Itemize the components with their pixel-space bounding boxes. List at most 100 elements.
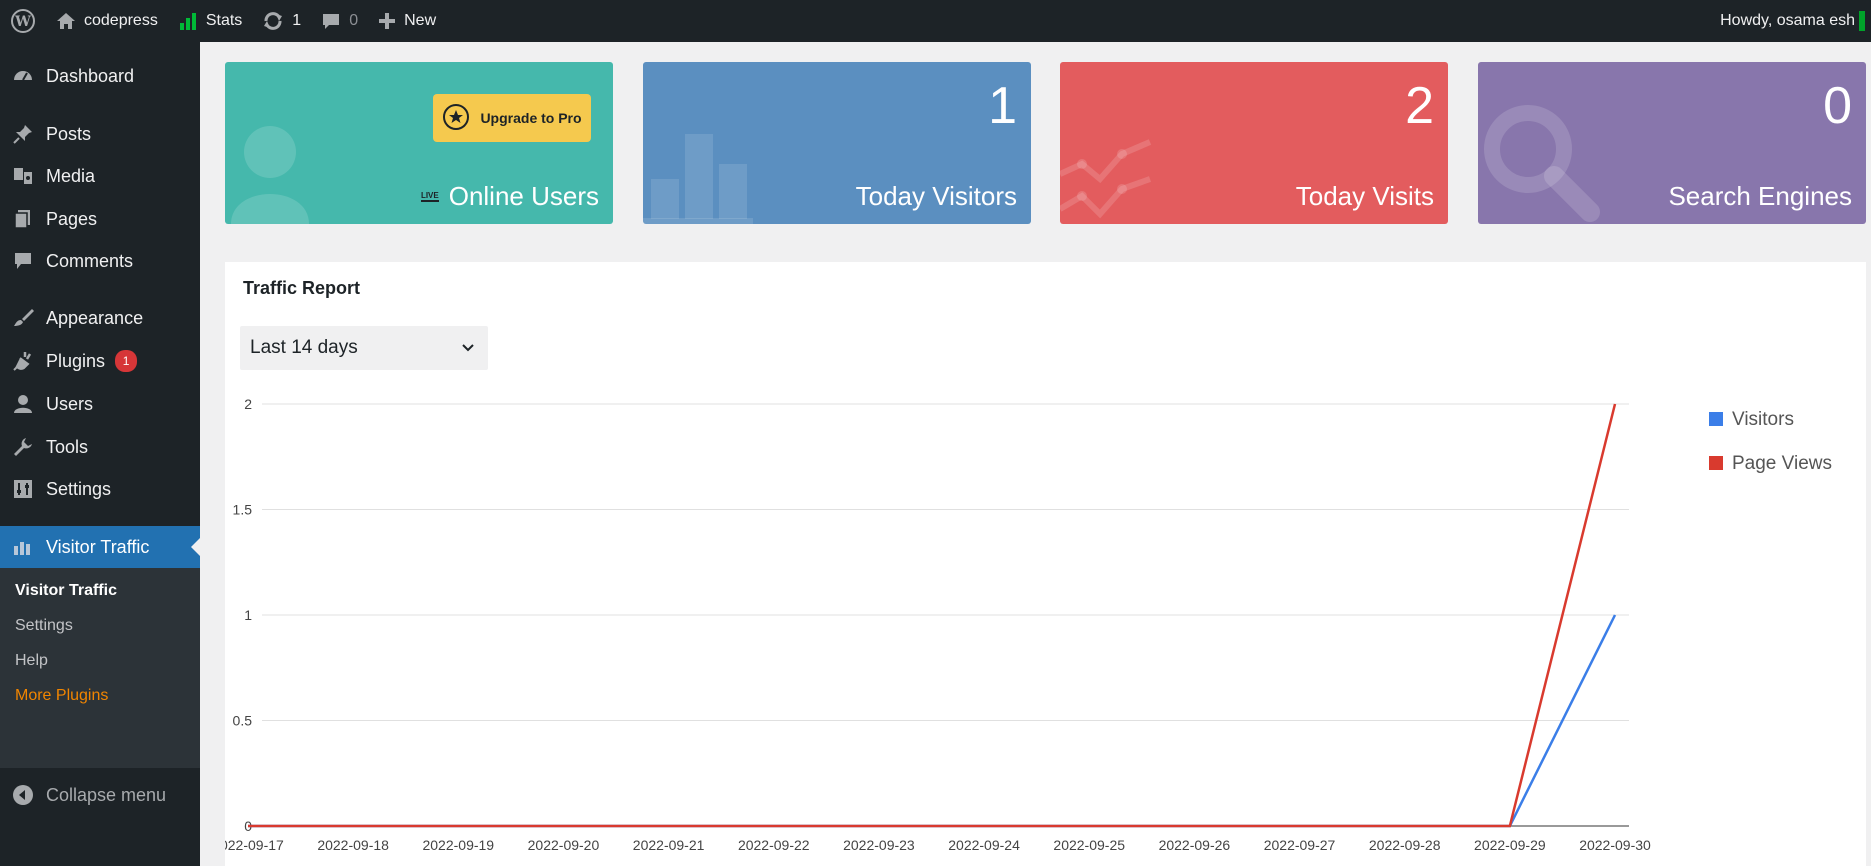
traffic-report-title: Traffic Report — [243, 278, 361, 298]
submenu-settings[interactable]: Settings — [15, 617, 73, 635]
avatar — [1859, 11, 1865, 31]
sidebar-item-label: Tools — [46, 436, 89, 457]
site-name-link[interactable]: codepress — [46, 0, 168, 42]
upgrade-label: Upgrade to Pro — [480, 110, 582, 126]
legend-swatch — [1709, 412, 1723, 426]
collapse-menu-button[interactable]: Collapse menu — [0, 774, 200, 816]
updates-count: 1 — [292, 12, 302, 29]
visitor-traffic-submenu: Visitor Traffic Settings Help More Plugi… — [0, 568, 200, 768]
collapse-arrow-icon — [12, 784, 34, 806]
stats-label: Stats — [205, 12, 243, 29]
comment-bubble-icon — [321, 11, 341, 31]
submenu-help[interactable]: Help — [15, 652, 48, 670]
today-visits-card: 2 Today Visits — [1060, 62, 1448, 224]
stats-link[interactable]: Stats — [168, 0, 252, 42]
x-tick-label: 2022-09-21 — [633, 837, 705, 853]
date-range-select[interactable]: Last 14 days — [240, 326, 488, 370]
wordpress-logo-icon: W — [10, 8, 36, 34]
trend-line-icon — [1060, 139, 1152, 219]
stats-bars-icon — [178, 11, 198, 31]
sidebar-item-media[interactable]: Media — [0, 155, 200, 197]
sidebar-item-label: Appearance — [46, 307, 144, 328]
traffic-line-chart: 00.511.522022-09-172022-09-182022-09-192… — [225, 396, 1832, 853]
x-tick-label: 2022-09-22 — [738, 837, 810, 853]
online-users-label-row: LIVE Online Users — [420, 181, 599, 212]
legend-label: Visitors — [1732, 409, 1794, 430]
sidebar-item-label: Users — [46, 393, 94, 414]
admin-bar: W codepress Stats 1 0 New Howdy, osama e… — [0, 0, 1871, 42]
sidebar-item-posts[interactable]: Posts — [0, 113, 200, 155]
sidebar-item-dashboard[interactable]: Dashboard — [0, 55, 200, 97]
x-tick-label: 2022-09-23 — [843, 837, 915, 853]
user-icon — [12, 393, 34, 415]
upgrade-to-pro-button[interactable]: Upgrade to Pro — [433, 94, 591, 142]
today-visitors-value: 1 — [988, 77, 1017, 135]
sidebar-item-label: Visitor Traffic — [46, 536, 150, 557]
comment-icon — [12, 250, 34, 272]
chart-icon — [12, 536, 34, 558]
new-label: New — [404, 12, 437, 29]
media-icon — [12, 165, 34, 187]
comments-link[interactable]: 0 — [311, 0, 368, 42]
brush-icon — [12, 307, 34, 329]
today-visitors-label: Today Visitors — [855, 181, 1017, 211]
x-tick-label: 2022-09-29 — [1474, 837, 1546, 853]
sidebar-item-label: Dashboard — [46, 65, 135, 86]
sidebar-item-tools[interactable]: Tools — [0, 426, 200, 468]
sidebar-item-settings[interactable]: Settings — [0, 468, 200, 510]
traffic-report-panel: Traffic Report Last 14 days 00.511.52202… — [225, 262, 1866, 866]
sidebar-item-label: Pages — [46, 208, 98, 229]
x-tick-label: 2022-09-19 — [422, 837, 494, 853]
legend-label: Page Views — [1732, 453, 1832, 474]
submenu-visitor-traffic[interactable]: Visitor Traffic — [15, 582, 117, 600]
user-silhouette-icon — [231, 126, 309, 224]
sidebar-item-comments[interactable]: Comments — [0, 240, 200, 282]
online-users-card: Upgrade to Pro LIVE Online Users — [225, 62, 613, 224]
pin-icon — [12, 123, 34, 145]
x-tick-label: 2022-09-18 — [317, 837, 389, 853]
dashboard-icon — [12, 65, 34, 87]
comments-count: 0 — [349, 12, 359, 29]
svg-text:W: W — [14, 14, 31, 30]
wordpress-logo-button[interactable]: W — [0, 0, 46, 42]
sidebar-item-label: Posts — [46, 123, 92, 144]
sidebar-item-label: Media — [46, 165, 96, 186]
refresh-icon — [262, 11, 284, 31]
sidebar-item-label: Plugins — [46, 350, 106, 371]
bar-chart-icon — [643, 134, 753, 224]
search-engines-value: 0 — [1823, 77, 1852, 135]
legend-swatch — [1709, 456, 1723, 470]
y-tick-label: 0.5 — [233, 713, 253, 729]
x-tick-label: 2022-09-30 — [1579, 837, 1651, 853]
y-tick-label: 1.5 — [233, 502, 253, 518]
my-account-link[interactable]: Howdy, osama esh — [1710, 0, 1871, 42]
plugins-update-badge: 1 — [115, 350, 138, 372]
x-tick-label: 2022-09-28 — [1369, 837, 1441, 853]
admin-sidebar: Dashboard Posts Media Pages Comments App… — [0, 42, 200, 866]
chevron-down-icon — [460, 339, 476, 361]
sidebar-item-label: Settings — [46, 478, 112, 499]
sidebar-item-appearance[interactable]: Appearance — [0, 297, 200, 339]
today-visits-label: Today Visits — [1295, 181, 1434, 211]
star-circle-icon — [442, 103, 470, 134]
today-visits-value: 2 — [1405, 77, 1434, 135]
live-badge-icon: LIVE — [420, 191, 439, 202]
new-content-link[interactable]: New — [368, 0, 446, 42]
sidebar-item-pages[interactable]: Pages — [0, 198, 200, 240]
y-tick-label: 2 — [244, 396, 252, 412]
submenu-more-plugins[interactable]: More Plugins — [15, 687, 108, 705]
pages-icon — [12, 208, 34, 230]
sidebar-item-visitor-traffic[interactable]: Visitor Traffic — [0, 526, 200, 568]
plug-icon — [12, 350, 34, 372]
sidebar-item-plugins[interactable]: Plugins 1 — [0, 340, 200, 382]
howdy-text: Howdy, osama esh — [1720, 12, 1855, 29]
sidebar-item-users[interactable]: Users — [0, 383, 200, 425]
today-visitors-card: 1 Today Visitors — [643, 62, 1031, 224]
sliders-icon — [12, 478, 34, 500]
collapse-menu-label: Collapse menu — [46, 784, 167, 805]
home-icon — [56, 11, 76, 31]
magnifier-icon — [1484, 105, 1600, 222]
updates-link[interactable]: 1 — [252, 0, 311, 42]
online-users-label: Online Users — [448, 181, 599, 211]
y-tick-label: 1 — [244, 607, 252, 623]
